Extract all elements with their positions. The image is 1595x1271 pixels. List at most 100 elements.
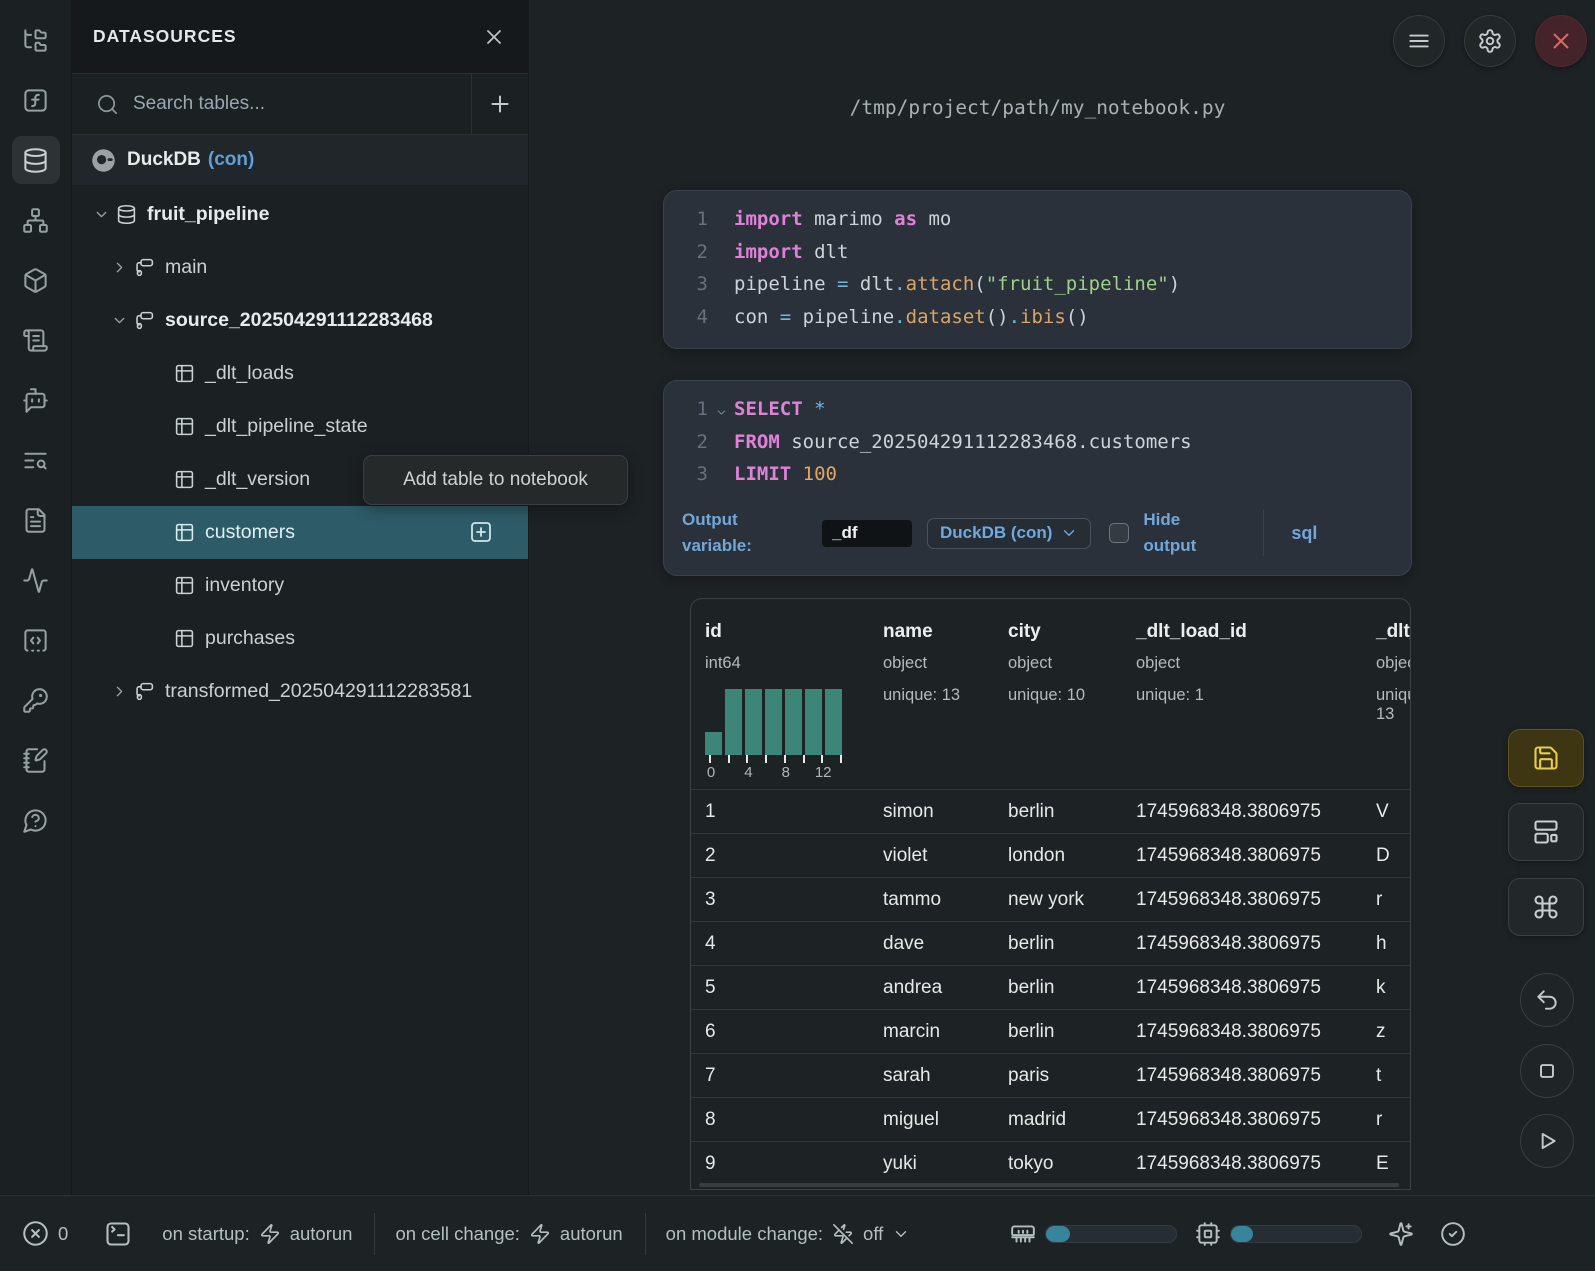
table-row[interactable]: 9yukitokyo1745968348.3806975E bbox=[691, 1141, 1410, 1185]
search-input[interactable] bbox=[133, 93, 471, 115]
command-icon bbox=[1532, 893, 1560, 921]
table-cell: 1745968348.3806975 bbox=[1136, 790, 1321, 834]
column-header-name[interactable]: nameobjectunique: 13 bbox=[883, 599, 960, 705]
column-header-city[interactable]: cityobjectunique: 10 bbox=[1008, 599, 1085, 705]
table-cell: V bbox=[1376, 790, 1389, 834]
column-header-_dlt_load_id[interactable]: _dlt_load_idobjectunique: 1 bbox=[1136, 599, 1247, 705]
table-cell: yuki bbox=[883, 1142, 917, 1186]
rail-chat-bot-icon[interactable] bbox=[12, 376, 60, 424]
table-row[interactable]: 1simonberlin1745968348.3806975V bbox=[691, 789, 1410, 833]
engine-dropdown[interactable]: DuckDB (con) bbox=[927, 518, 1091, 549]
line-number: 2 bbox=[664, 431, 708, 453]
hide-output-checkbox[interactable] bbox=[1109, 523, 1129, 543]
table-row[interactable]: 6marcinberlin1745968348.3806975z bbox=[691, 1009, 1410, 1053]
fold-chevron-icon[interactable] bbox=[708, 400, 734, 419]
rail-notebook-pen-icon[interactable] bbox=[12, 736, 60, 784]
search-row bbox=[72, 74, 528, 135]
rail-network-icon[interactable] bbox=[12, 196, 60, 244]
table-row[interactable]: 3tammonew york1745968348.3806975r bbox=[691, 877, 1410, 921]
chevron-right-icon bbox=[111, 683, 129, 700]
tree-item-transformed_202504291112283581[interactable]: transformed_202504291112283581 bbox=[72, 665, 528, 718]
output-variable-input[interactable] bbox=[822, 520, 912, 547]
code-line: 2import dlt bbox=[664, 236, 1411, 269]
table-icon bbox=[174, 469, 195, 490]
tree-item-purchases[interactable]: purchases bbox=[72, 612, 528, 665]
table-row[interactable]: 5andreaberlin1745968348.3806975k bbox=[691, 965, 1410, 1009]
close-icon bbox=[482, 25, 506, 49]
connection-alias: (con) bbox=[208, 149, 254, 171]
table-row[interactable]: 4daveberlin1745968348.3806975h bbox=[691, 921, 1410, 965]
on-cell-change-setting[interactable]: on cell change: autorun bbox=[395, 1223, 622, 1245]
tree-item-main[interactable]: main bbox=[72, 241, 528, 294]
table-cell: violet bbox=[883, 834, 927, 878]
stop-button[interactable] bbox=[1520, 1044, 1574, 1098]
tree-item-inventory[interactable]: inventory bbox=[72, 559, 528, 612]
table-cell: r bbox=[1376, 878, 1382, 922]
gear-icon bbox=[1477, 28, 1503, 54]
line-number: 3 bbox=[664, 273, 708, 295]
rail-database-icon[interactable] bbox=[12, 136, 60, 184]
tree-item-customers[interactable]: customers bbox=[72, 506, 528, 559]
sparkles-icon bbox=[1388, 1221, 1414, 1247]
rail-function-square-icon[interactable] bbox=[12, 76, 60, 124]
menu-button[interactable] bbox=[1393, 15, 1445, 67]
save-icon bbox=[1532, 744, 1560, 772]
rail-scroll-icon[interactable] bbox=[12, 316, 60, 364]
tree-item-label: customers bbox=[205, 521, 295, 544]
rail-file-tree-icon[interactable] bbox=[12, 16, 60, 64]
layout-button[interactable] bbox=[1508, 803, 1584, 861]
run-button[interactable] bbox=[1520, 1114, 1574, 1168]
save-button[interactable] bbox=[1508, 729, 1584, 787]
code-line: 4con = pipeline.dataset().ibis() bbox=[664, 301, 1411, 334]
column-header-id[interactable]: idint64 bbox=[705, 599, 741, 686]
table-cell: z bbox=[1376, 1010, 1386, 1054]
python-cell[interactable]: 1import marimo as mo2import dlt3pipeline… bbox=[663, 190, 1412, 349]
line-number: 2 bbox=[664, 241, 708, 263]
tree-item-fruit_pipeline[interactable]: fruit_pipeline bbox=[72, 188, 528, 241]
column-header-_dlt_id[interactable]: _dlt_idobjectunique: 13 bbox=[1376, 599, 1411, 724]
settings-button[interactable] bbox=[1464, 15, 1516, 67]
close-panel-button[interactable] bbox=[478, 21, 510, 53]
rail-help-circle-icon[interactable] bbox=[12, 796, 60, 844]
connection-name: DuckDB bbox=[127, 149, 201, 171]
rail-package-box-icon[interactable] bbox=[12, 256, 60, 304]
table-cell: 7 bbox=[705, 1054, 716, 1098]
table-cell: 3 bbox=[705, 878, 716, 922]
ai-assist-button[interactable] bbox=[1388, 1221, 1414, 1247]
sql-code-editor[interactable]: 1SELECT *2FROM source_202504291112283468… bbox=[664, 381, 1411, 491]
output-variable-label: Output variable: bbox=[682, 507, 770, 559]
rail-list-search-icon[interactable] bbox=[12, 436, 60, 484]
command-palette-button[interactable] bbox=[1508, 878, 1584, 936]
add-to-notebook-icon[interactable] bbox=[469, 520, 493, 544]
memory-usage-bar bbox=[1045, 1225, 1177, 1243]
tree-item-_dlt_pipeline_state[interactable]: _dlt_pipeline_state bbox=[72, 400, 528, 453]
tree-item-_dlt_loads[interactable]: _dlt_loads bbox=[72, 347, 528, 400]
on-module-change-setting[interactable]: on module change: off bbox=[666, 1223, 911, 1245]
connection-status[interactable] bbox=[1440, 1221, 1466, 1247]
table-cell: london bbox=[1008, 834, 1065, 878]
close-app-button[interactable] bbox=[1535, 15, 1587, 67]
rail-key-icon[interactable] bbox=[12, 676, 60, 724]
undo-icon bbox=[1534, 987, 1560, 1013]
undo-button[interactable] bbox=[1520, 973, 1574, 1027]
python-code-editor[interactable]: 1import marimo as mo2import dlt3pipeline… bbox=[664, 191, 1411, 333]
errors-indicator[interactable]: 0 bbox=[22, 1220, 68, 1247]
table-row[interactable]: 7sarahparis1745968348.3806975t bbox=[691, 1053, 1410, 1097]
rail-activity-icon[interactable] bbox=[12, 556, 60, 604]
line-number: 3 bbox=[664, 463, 708, 485]
rail-file-text-icon[interactable] bbox=[12, 496, 60, 544]
tree-item-source_202504291112283468[interactable]: source_202504291112283468 bbox=[72, 294, 528, 347]
add-datasource-button[interactable] bbox=[471, 74, 528, 134]
table-row[interactable]: 2violetlondon1745968348.3806975D bbox=[691, 833, 1410, 877]
rail-code-square-icon[interactable] bbox=[12, 616, 60, 664]
histogram-bar bbox=[765, 689, 782, 755]
horizontal-scrollbar[interactable] bbox=[699, 1183, 1399, 1187]
sql-cell[interactable]: 1SELECT *2FROM source_202504291112283468… bbox=[663, 380, 1412, 576]
terminal-button[interactable] bbox=[104, 1220, 132, 1248]
check-circle-icon bbox=[1440, 1221, 1466, 1247]
table-row[interactable]: 8miguelmadrid1745968348.3806975r bbox=[691, 1097, 1410, 1141]
on-startup-label: on startup: bbox=[162, 1223, 249, 1245]
connection-row-duckdb[interactable]: DuckDB (con) bbox=[72, 135, 528, 185]
on-startup-setting[interactable]: on startup: autorun bbox=[162, 1223, 352, 1245]
table-cell: 4 bbox=[705, 922, 716, 966]
